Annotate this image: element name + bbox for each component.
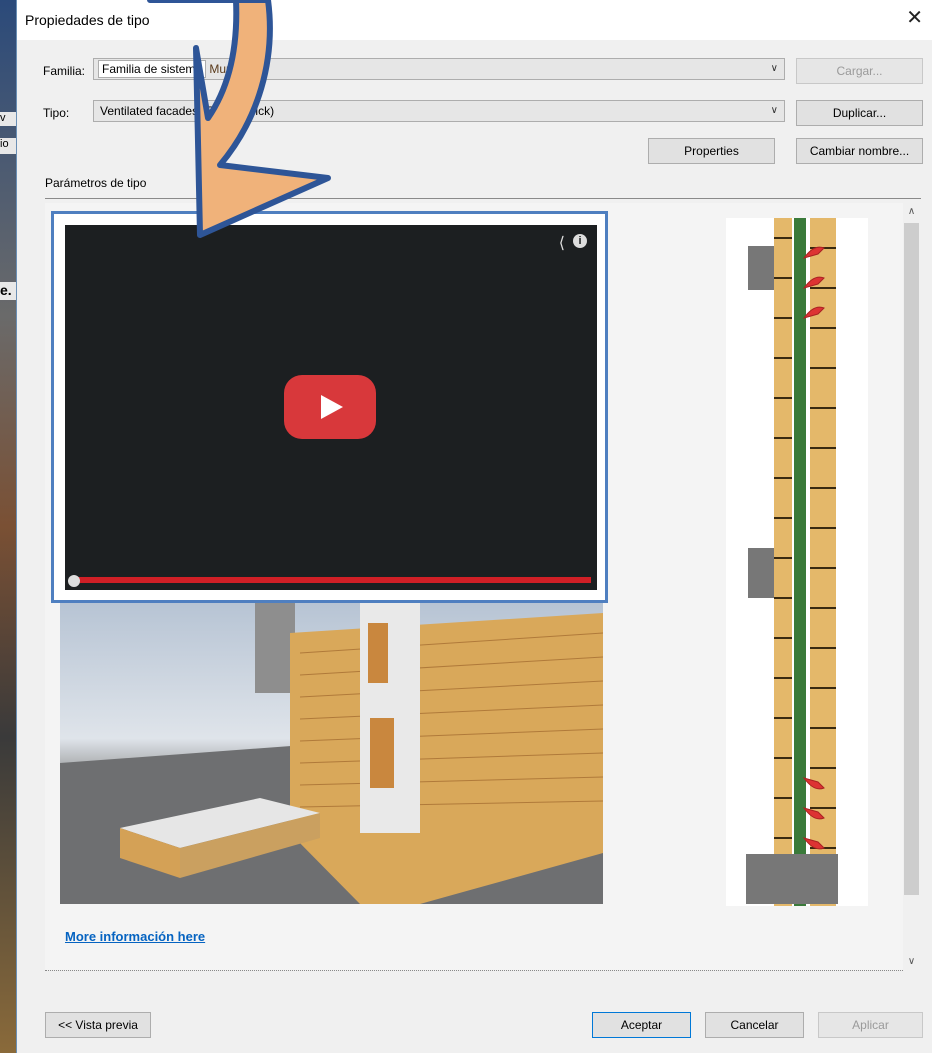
annotation-arrow-icon bbox=[147, 0, 331, 238]
